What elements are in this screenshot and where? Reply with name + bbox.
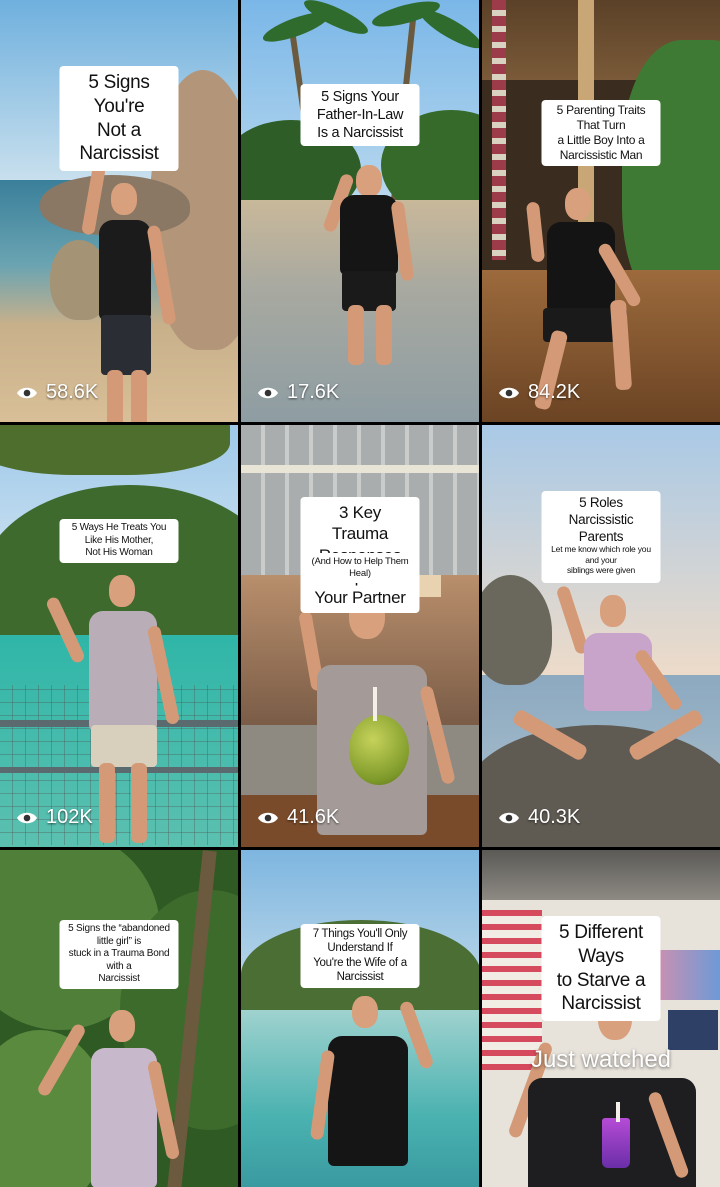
view-count-label: 17.6K xyxy=(287,381,340,403)
view-count: 17.6K xyxy=(257,381,339,404)
view-count: 40.3K xyxy=(498,806,580,829)
video-tile-1[interactable]: 5 Signs You're Not a Narcissist 58.6K xyxy=(0,0,238,422)
view-count-label: 84.2K xyxy=(528,381,581,403)
person xyxy=(322,165,416,415)
video-grid: 5 Signs You're Not a Narcissist 58.6K 5 … xyxy=(0,0,720,1187)
view-count-label: 41.6K xyxy=(287,806,340,828)
eye-icon xyxy=(499,812,519,823)
eye-icon xyxy=(258,812,278,823)
view-count: 102K xyxy=(16,806,93,829)
video-subcaption: Let me know which role you and your sibl… xyxy=(541,541,661,579)
drink-cup xyxy=(602,1118,630,1168)
view-count-label: 58.6K xyxy=(46,381,99,403)
video-caption: 7 Things You'll Only Understand If You'r… xyxy=(300,924,420,988)
just-watched-label: Just watched xyxy=(530,1046,672,1073)
video-caption: 5 Parenting Traits That Turn a Little Bo… xyxy=(541,100,661,166)
video-tile-6[interactable]: 5 Roles Narcissistic Parents Force on Th… xyxy=(482,425,720,847)
coconut xyxy=(349,715,409,785)
video-caption: 5 Signs the “abandoned little girl” is s… xyxy=(59,920,179,989)
video-caption: 5 Ways He Treats You Like His Mother, No… xyxy=(59,519,179,563)
video-tile-3[interactable]: 5 Parenting Traits That Turn a Little Bo… xyxy=(482,0,720,422)
person xyxy=(511,584,705,785)
view-count: 84.2K xyxy=(498,381,580,404)
view-count-label: 40.3K xyxy=(528,806,581,828)
person xyxy=(35,1000,195,1187)
video-caption: 5 Signs You're Not a Narcissist xyxy=(59,66,179,171)
view-count-label: 102K xyxy=(46,806,93,828)
view-count: 41.6K xyxy=(257,806,339,829)
video-tile-2[interactable]: 5 Signs Your Father-In-Law Is a Narcissi… xyxy=(241,0,479,422)
video-tile-8[interactable]: 7 Things You'll Only Understand If You'r… xyxy=(241,850,479,1187)
video-caption: 5 Signs Your Father-In-Law Is a Narcissi… xyxy=(300,84,420,147)
video-subcaption: (And How to Help Them Heal) xyxy=(300,553,420,583)
video-tile-4[interactable]: 5 Ways He Treats You Like His Mother, No… xyxy=(0,425,238,847)
eye-icon xyxy=(17,812,37,823)
video-tile-9[interactable]: 5 Different Ways to Starve a Narcissist … xyxy=(482,850,720,1187)
video-tile-7[interactable]: 5 Signs the “abandoned little girl” is s… xyxy=(0,850,238,1187)
eye-icon xyxy=(258,387,278,398)
eye-icon xyxy=(499,387,519,398)
video-tile-5[interactable]: 3 Key Trauma Responses to Spot in Your P… xyxy=(241,425,479,847)
view-count: 58.6K xyxy=(16,381,98,404)
ceiling xyxy=(482,850,720,900)
eye-icon xyxy=(17,387,37,398)
person xyxy=(306,990,436,1187)
video-caption: 5 Different Ways to Starve a Narcissist xyxy=(541,916,661,1021)
